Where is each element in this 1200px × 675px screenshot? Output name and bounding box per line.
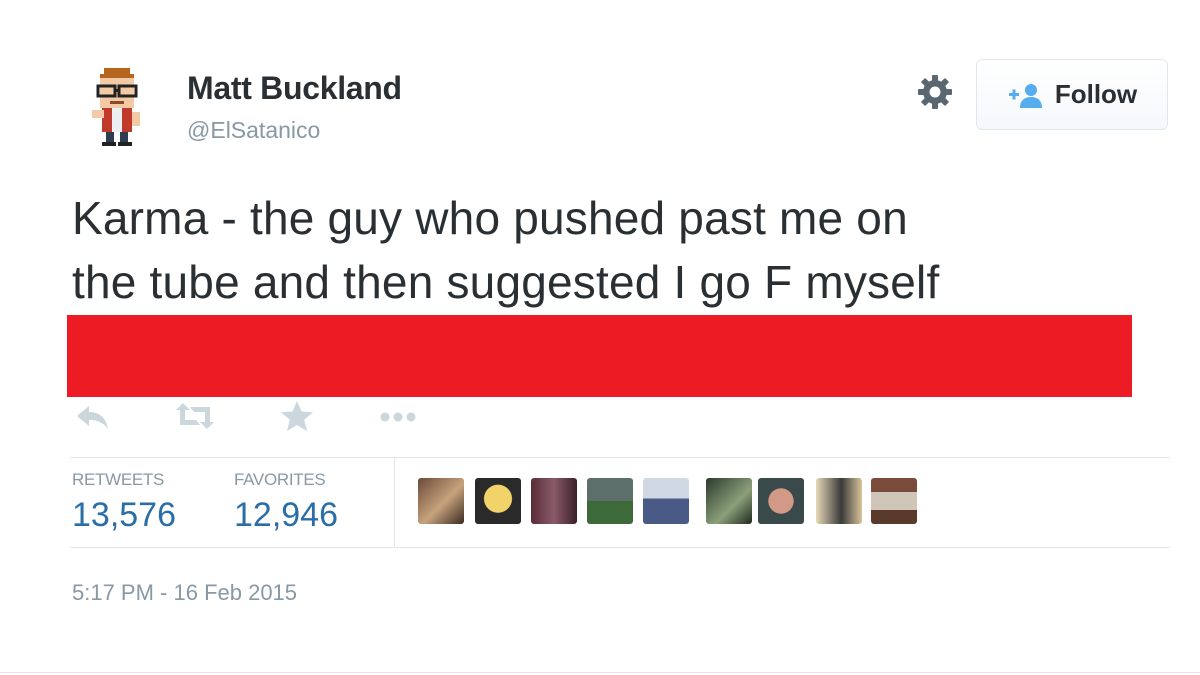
- author-name[interactable]: Matt Buckland: [187, 70, 402, 107]
- retweet-icon[interactable]: [174, 400, 216, 432]
- card-bottom-border: [0, 672, 1200, 673]
- reply-icon[interactable]: [75, 400, 111, 432]
- tweet-text-line-1: Karma - the guy who pushed past me on: [72, 192, 908, 244]
- redaction-bar: [67, 315, 1132, 397]
- user-avatar-4[interactable]: [587, 478, 633, 524]
- tweet-text-line-2: the tube and then suggested I go F mysel…: [72, 256, 940, 308]
- author-handle[interactable]: @ElSatanico: [187, 117, 320, 144]
- stats-bottom-divider: [70, 547, 1170, 548]
- user-avatar-3[interactable]: [531, 478, 577, 524]
- user-avatar-5[interactable]: [643, 478, 689, 524]
- user-avatar-7[interactable]: [758, 478, 804, 524]
- favorites-label[interactable]: FAVORITES: [234, 470, 326, 490]
- follow-button[interactable]: Follow: [976, 59, 1168, 130]
- stats-top-divider: [70, 457, 1170, 458]
- user-avatar-2[interactable]: [475, 478, 521, 524]
- stats-vertical-divider: [394, 457, 395, 547]
- user-avatar-8[interactable]: [816, 478, 862, 524]
- favorites-count[interactable]: 12,946: [234, 496, 338, 535]
- pixel-character-avatar-icon[interactable]: [90, 68, 146, 146]
- favorite-star-icon[interactable]: [280, 400, 314, 432]
- add-user-icon: [1008, 83, 1042, 108]
- retweets-count[interactable]: 13,576: [72, 496, 176, 535]
- user-avatar-1[interactable]: [418, 478, 464, 524]
- follow-label: Follow: [1054, 79, 1138, 109]
- retweets-label[interactable]: RETWEETS: [72, 470, 164, 490]
- more-dots-icon[interactable]: [377, 400, 419, 432]
- tweet-text: Karma - the guy who pushed past me on th…: [72, 186, 1172, 314]
- user-avatar-6[interactable]: [706, 478, 752, 524]
- user-avatar-9[interactable]: [871, 478, 917, 524]
- gear-icon[interactable]: [915, 72, 955, 112]
- tweet-timestamp[interactable]: 5:17 PM - 16 Feb 2015: [72, 580, 297, 606]
